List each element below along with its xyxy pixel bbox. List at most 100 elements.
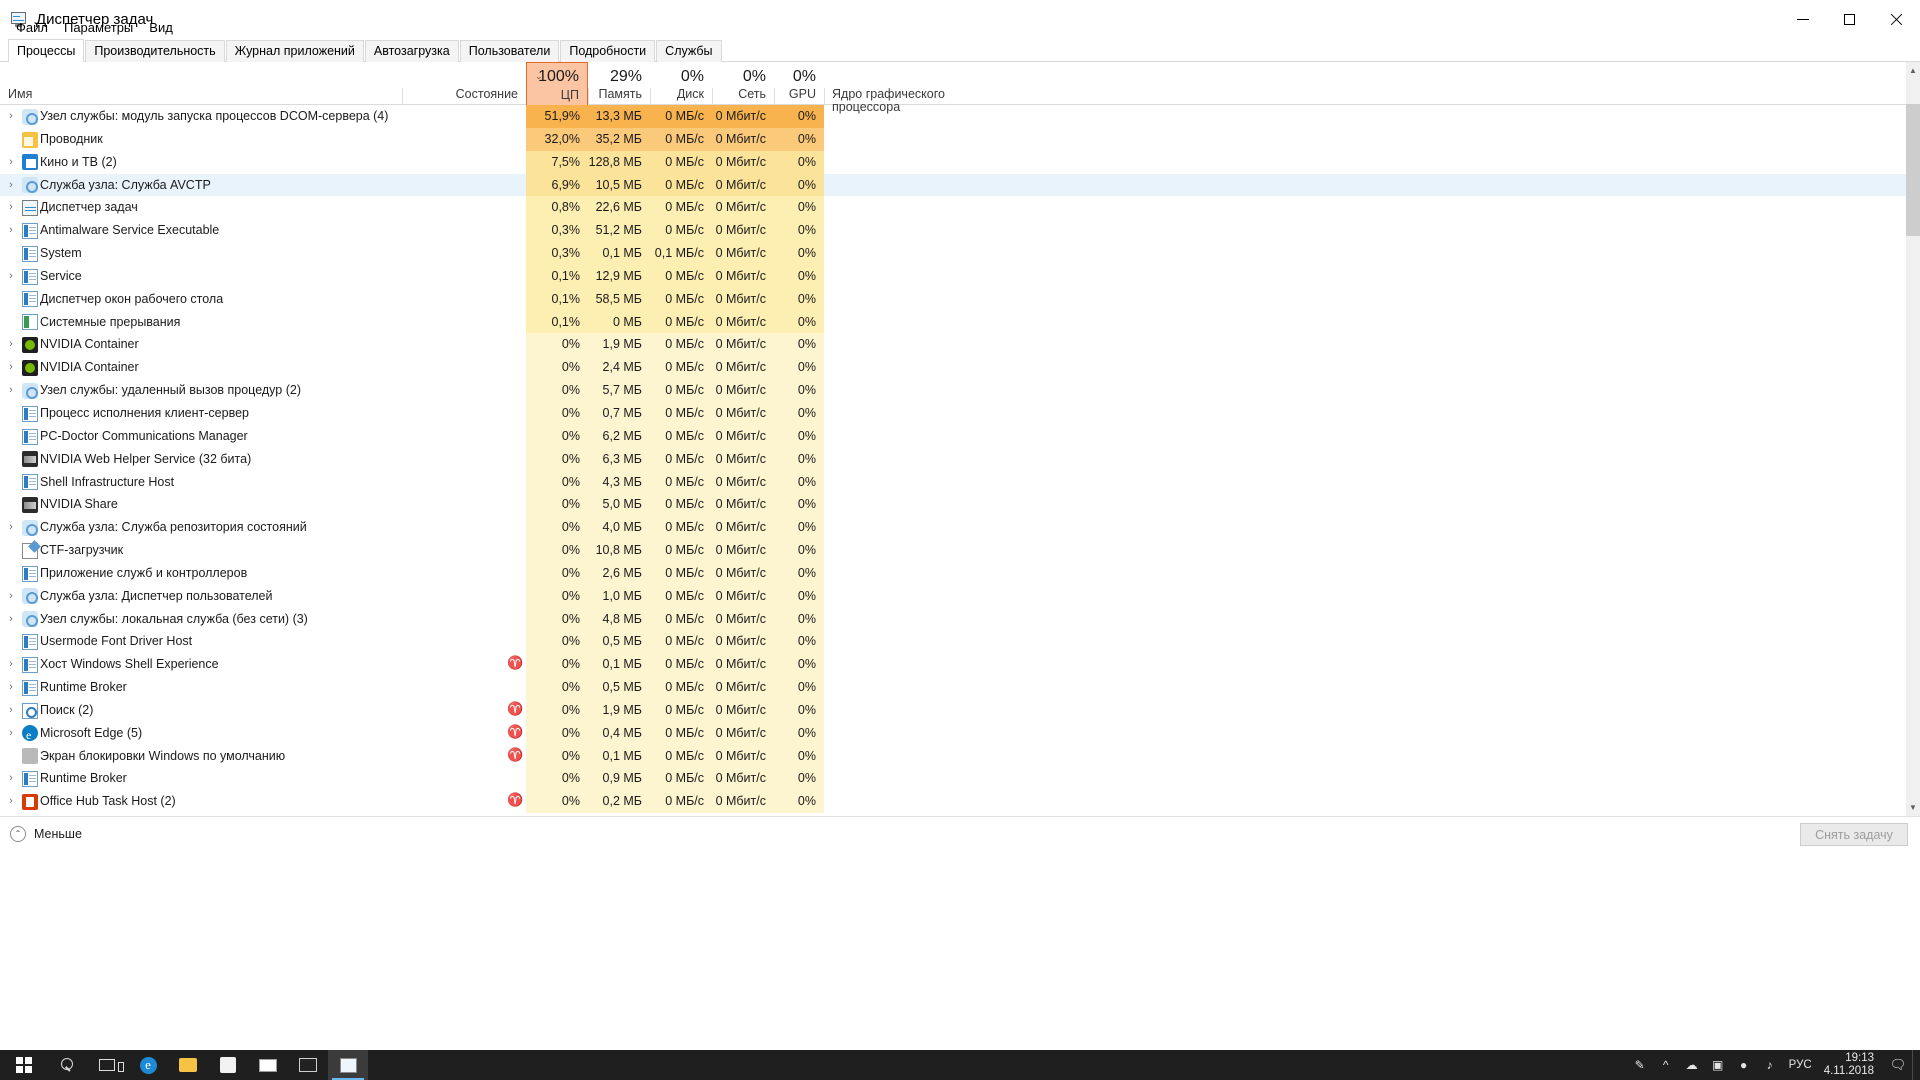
table-row[interactable]: Диспетчер окон рабочего стола 0,1% 58,5 МБ… bbox=[0, 287, 1906, 311]
table-row[interactable]: Проводник 32,0% 35,2 МБ 0 МБ/с 0 Мбит/с 0% bbox=[0, 127, 1906, 151]
table-row[interactable]: › Служба узла: Диспетчер пользователей 0% 1… bbox=[0, 584, 1906, 608]
expand-chevron-icon[interactable]: › bbox=[0, 196, 22, 219]
column-divider-gpu[interactable] bbox=[774, 88, 775, 105]
table-row[interactable]: System 0,3% 0,1 МБ 0,1 МБ/с 0 Мбит/с 0% bbox=[0, 242, 1906, 265]
tab-1[interactable]: Производительность bbox=[85, 40, 225, 62]
expand-chevron-icon[interactable]: › bbox=[0, 151, 22, 174]
column-header-net[interactable]: 0% Сеть bbox=[712, 62, 774, 105]
expand-chevron-icon[interactable]: › bbox=[0, 265, 22, 288]
chevron-up-icon[interactable]: ^ bbox=[1653, 1050, 1679, 1080]
table-row[interactable]: › Runtime Broker 0% 0,5 МБ 0 МБ/с 0 Мбит/с 0% bbox=[0, 676, 1906, 699]
expand-chevron-icon[interactable]: › bbox=[0, 699, 22, 722]
table-row[interactable]: › Узел службы: удаленный вызов процедур (… bbox=[0, 379, 1906, 402]
column-header-cpu[interactable]: ⌄ 100% ЦП bbox=[526, 62, 588, 105]
expand-chevron-icon[interactable] bbox=[0, 539, 22, 562]
column-divider-gpue[interactable] bbox=[824, 88, 825, 105]
expand-chevron-icon[interactable] bbox=[0, 128, 22, 151]
expand-chevron-icon[interactable]: › bbox=[0, 174, 22, 197]
language-indicator[interactable]: РУС bbox=[1783, 1050, 1818, 1080]
menu-item-1[interactable]: Параметры bbox=[56, 19, 141, 37]
taskbar-task-manager[interactable] bbox=[328, 1050, 368, 1080]
taskbar-mail[interactable] bbox=[248, 1050, 288, 1080]
scroll-down-arrow-icon[interactable]: ▼ bbox=[1906, 799, 1920, 816]
expand-chevron-icon[interactable]: › bbox=[0, 585, 22, 608]
notification-icon[interactable]: 🗨 bbox=[1884, 1050, 1912, 1080]
table-row[interactable]: CTF-загрузчик 0% 10,8 МБ 0 МБ/с 0 Мбит/с 0% bbox=[0, 539, 1906, 562]
table-row[interactable]: Usermode Font Driver Host 0% 0,5 МБ 0 МБ/с 0… bbox=[0, 630, 1906, 654]
table-row[interactable]: ›Хост Windows Shell Experience0%0,1 МБ0 … bbox=[0, 652, 1906, 677]
table-row[interactable]: › Runtime Broker 0% 0,9 МБ 0 МБ/с 0 Мбит/с 0% bbox=[0, 767, 1906, 791]
table-row[interactable]: Приложение служб и контроллеров 0% 2,6 МБ 0… bbox=[0, 561, 1906, 585]
menu-item-2[interactable]: Вид bbox=[141, 19, 181, 37]
expand-chevron-icon[interactable]: › bbox=[0, 722, 22, 745]
table-row[interactable]: NVIDIA Share 0% 5,0 МБ 0 МБ/с 0 Мбит/с 0% bbox=[0, 493, 1906, 517]
expand-chevron-icon[interactable] bbox=[0, 288, 22, 311]
pen-icon[interactable]: ✎ bbox=[1627, 1050, 1653, 1080]
table-row[interactable]: › Служба узла: Служба AVCTP 6,9% 10,5 МБ 0 М… bbox=[0, 173, 1906, 197]
column-divider-disk[interactable] bbox=[650, 88, 651, 105]
minimize-button[interactable] bbox=[1779, 0, 1826, 38]
end-task-button[interactable]: Снять задачу bbox=[1800, 823, 1908, 846]
expand-chevron-icon[interactable] bbox=[0, 562, 22, 585]
table-row[interactable]: › NVIDIA Container 0% 2,4 МБ 0 МБ/с 0 Мбит/с 0… bbox=[0, 356, 1906, 380]
expand-chevron-icon[interactable] bbox=[0, 448, 22, 471]
column-header-disk[interactable]: 0% Диск bbox=[650, 62, 712, 105]
expand-chevron-icon[interactable] bbox=[0, 311, 22, 334]
table-row[interactable]: PC-Doctor Communications Manager 0% 6,2 МБ… bbox=[0, 424, 1906, 448]
column-divider-mem[interactable] bbox=[588, 88, 589, 105]
table-row[interactable]: › Service 0,1% 12,9 МБ 0 МБ/с 0 Мбит/с 0% bbox=[0, 264, 1906, 288]
column-header-gpue[interactable]: Ядро графического процессора bbox=[824, 62, 988, 114]
table-row[interactable]: Процесс исполнения клиент-сервер 0% 0,7 МБ… bbox=[0, 401, 1906, 425]
table-row[interactable]: › Диспетчер задач 0,8% 22,6 МБ 0 МБ/с 0 Мбит/… bbox=[0, 196, 1906, 220]
taskbar-task-view[interactable] bbox=[88, 1050, 128, 1080]
maximize-button[interactable] bbox=[1826, 0, 1873, 38]
expand-chevron-icon[interactable] bbox=[0, 425, 22, 448]
table-row[interactable]: Экран блокировки Windows по умолчанию0%0… bbox=[0, 744, 1906, 768]
start-button[interactable] bbox=[0, 1050, 48, 1080]
taskbar-store[interactable] bbox=[208, 1050, 248, 1080]
tab-4[interactable]: Пользователи bbox=[459, 40, 560, 62]
table-row[interactable]: Shell Infrastructure Host 0% 4,3 МБ 0 МБ/с 0… bbox=[0, 470, 1906, 494]
tab-5[interactable]: Подробности bbox=[560, 40, 656, 62]
expand-chevron-icon[interactable]: › bbox=[0, 767, 22, 790]
table-row[interactable]: › Antimalware Service Executable 0,3% 51,2 … bbox=[0, 219, 1906, 243]
network-icon[interactable]: ● bbox=[1731, 1050, 1757, 1080]
fewer-details-button[interactable]: ⌃ Меньше bbox=[0, 825, 82, 842]
scrollbar-thumb[interactable] bbox=[1906, 104, 1920, 236]
expand-chevron-icon[interactable] bbox=[0, 630, 22, 653]
expand-chevron-icon[interactable]: › bbox=[0, 516, 22, 539]
expand-chevron-icon[interactable]: › bbox=[0, 333, 22, 356]
tab-3[interactable]: Автозагрузка bbox=[364, 40, 459, 62]
column-header-name[interactable]: Имя bbox=[0, 62, 402, 105]
vertical-scrollbar[interactable]: ▲ ▼ bbox=[1906, 62, 1920, 816]
display-icon[interactable]: ▣ bbox=[1705, 1050, 1731, 1080]
expand-chevron-icon[interactable]: › bbox=[0, 379, 22, 402]
table-row[interactable]: › NVIDIA Container 0% 1,9 МБ 0 МБ/с 0 Мбит/с 0… bbox=[0, 333, 1906, 357]
table-row[interactable]: › Узел службы: локальная служба (без сети… bbox=[0, 607, 1906, 631]
show-desktop-button[interactable] bbox=[1912, 1050, 1920, 1080]
taskbar-search[interactable] bbox=[48, 1050, 88, 1080]
expand-chevron-icon[interactable]: › bbox=[0, 676, 22, 699]
table-row[interactable]: › Кино и ТВ (2) 7,5% 128,8 МБ 0 МБ/с 0 Мбит/с… bbox=[0, 150, 1906, 174]
taskbar-edge[interactable]: e bbox=[128, 1050, 168, 1080]
column-divider-state[interactable] bbox=[402, 88, 403, 105]
table-row[interactable]: › Служба узла: Служба репозитория состоян… bbox=[0, 516, 1906, 540]
column-header-state[interactable]: Состояние bbox=[402, 62, 526, 105]
table-row[interactable]: ›Поиск (2)0%1,9 МБ0 МБ/с0 Мбит/с0% bbox=[0, 698, 1906, 722]
table-row[interactable]: › Узел службы: модуль запуска процессов D… bbox=[0, 105, 1906, 128]
tab-0[interactable]: Процессы bbox=[8, 39, 85, 62]
column-header-mem[interactable]: 29% Память bbox=[588, 62, 650, 105]
expand-chevron-icon[interactable] bbox=[0, 471, 22, 494]
column-divider-net[interactable] bbox=[712, 88, 713, 105]
column-header-gpu[interactable]: 0% GPU bbox=[774, 62, 824, 105]
expand-chevron-icon[interactable]: › bbox=[0, 105, 22, 128]
table-row[interactable]: Системные прерывания 0,1% 0 МБ 0 МБ/с 0 Мбит… bbox=[0, 310, 1906, 334]
close-button[interactable] bbox=[1873, 0, 1920, 38]
onedrive-icon[interactable]: ☁ bbox=[1679, 1050, 1705, 1080]
tab-2[interactable]: Журнал приложений bbox=[225, 40, 364, 62]
volume-icon[interactable]: ♪ bbox=[1757, 1050, 1783, 1080]
expand-chevron-icon[interactable]: › bbox=[0, 219, 22, 242]
expand-chevron-icon[interactable]: › bbox=[0, 356, 22, 379]
taskbar-explorer[interactable] bbox=[168, 1050, 208, 1080]
table-row[interactable]: NVIDIA Web Helper Service (32 бита) 0% 6,3… bbox=[0, 447, 1906, 471]
